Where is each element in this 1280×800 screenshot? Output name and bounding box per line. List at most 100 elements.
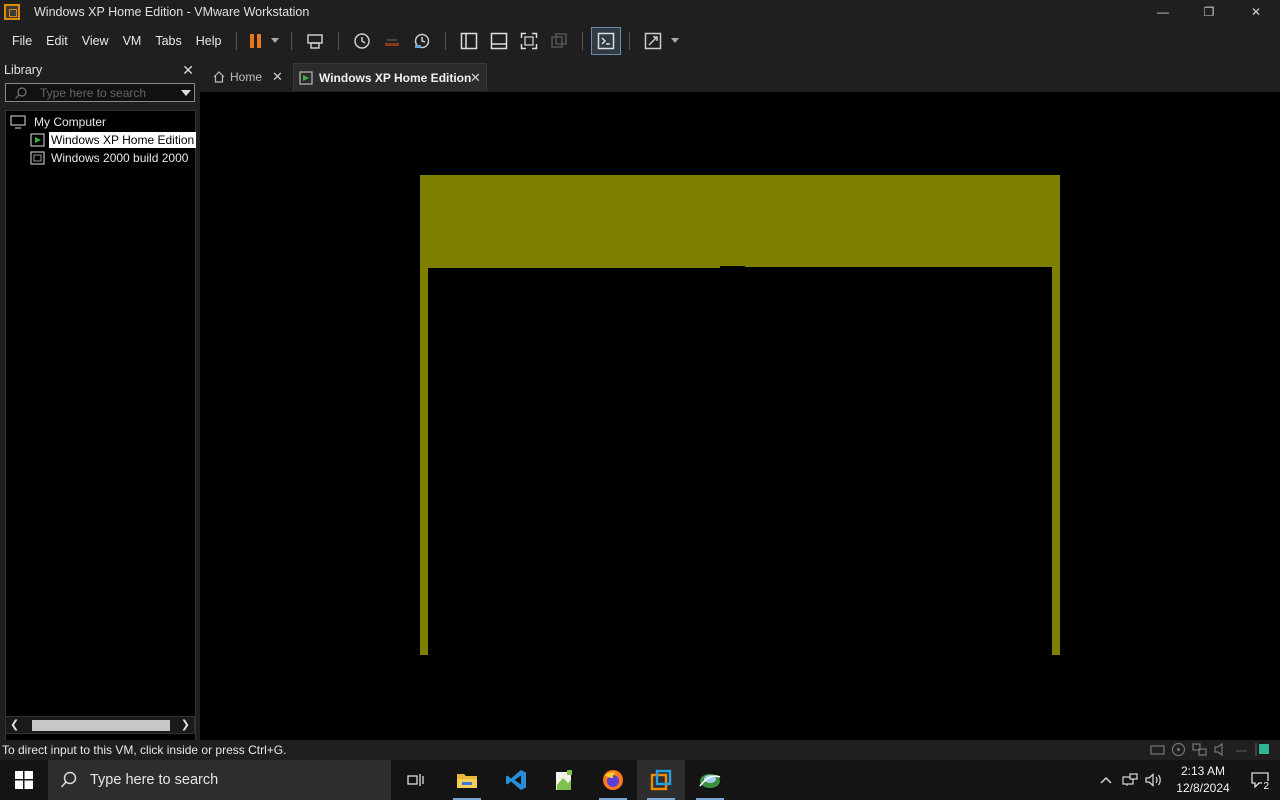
restore-icon: ❐ <box>1203 5 1215 19</box>
network-tray-button[interactable] <box>1118 773 1142 787</box>
guest-right-bar <box>1052 175 1060 655</box>
menu-view[interactable]: View <box>75 24 116 58</box>
taskbar-search-placeholder: Type here to search <box>90 772 219 788</box>
menu-help[interactable]: Help <box>189 24 229 58</box>
printer-icon[interactable] <box>1234 742 1249 757</box>
vm-running-icon <box>299 70 313 85</box>
action-center-button[interactable]: 2 <box>1240 760 1280 800</box>
hard-disk-icon[interactable] <box>1150 742 1165 757</box>
library-horizontal-scrollbar[interactable]: ❮ ❯ <box>5 716 195 734</box>
vscode-icon <box>506 770 526 790</box>
vmware-app-icon <box>4 4 20 20</box>
vm-console[interactable] <box>200 92 1280 740</box>
start-button[interactable] <box>0 760 48 800</box>
thumbnail-bar-button[interactable] <box>484 27 514 55</box>
menu-edit[interactable]: Edit <box>39 24 75 58</box>
firefox-icon <box>603 770 623 790</box>
guest-left-bar <box>420 175 428 655</box>
snapshot-icon <box>354 33 371 49</box>
tab-label: Home <box>230 70 263 84</box>
tab-windows-xp[interactable]: Windows XP Home Edition ✕ <box>293 63 487 91</box>
guest-top-band-notch <box>420 266 720 268</box>
scroll-left-icon[interactable]: ❮ <box>10 718 19 731</box>
show-library-button[interactable] <box>454 27 484 55</box>
task-view-icon <box>407 774 424 786</box>
network-icon <box>1122 773 1138 786</box>
windows-logo-icon <box>15 771 33 789</box>
clock-time: 2:13 AM <box>1180 764 1226 778</box>
chevron-down-icon <box>671 38 680 43</box>
scroll-right-icon[interactable]: ❯ <box>181 718 190 731</box>
computer-icon <box>10 115 26 129</box>
tab-close-icon[interactable]: ✕ <box>470 70 481 86</box>
toolbar-divider <box>629 32 631 50</box>
menu-toolbar: File Edit View VM Tabs Help <box>0 24 1280 58</box>
snapshot-manager-button[interactable] <box>407 27 437 55</box>
show-hidden-icons-button[interactable] <box>1094 776 1118 784</box>
console-view-button[interactable] <box>591 27 622 55</box>
vmware-button[interactable] <box>637 760 685 800</box>
menu-file[interactable]: File <box>0 24 39 58</box>
close-button[interactable]: ✕ <box>1233 0 1279 24</box>
vmware-icon <box>650 769 672 791</box>
library-search-box[interactable] <box>5 83 195 102</box>
volume-icon <box>1145 773 1161 787</box>
stretch-guest-button[interactable] <box>638 27 668 55</box>
network-app-button[interactable] <box>686 760 734 800</box>
full-screen-button[interactable] <box>514 27 544 55</box>
network-adapter-icon[interactable] <box>1192 742 1207 757</box>
show-library-icon <box>461 32 478 50</box>
chevron-down-icon[interactable] <box>181 89 191 97</box>
maximize-button[interactable]: ❐ <box>1186 0 1232 24</box>
library-close-icon[interactable]: ✕ <box>182 62 194 79</box>
minimize-button[interactable]: — <box>1140 0 1186 24</box>
chevron-down-icon <box>271 38 280 43</box>
tree-label: My Computer <box>34 115 107 129</box>
notepad-plus-icon <box>556 770 572 790</box>
tab-home[interactable]: Home ✕ <box>206 63 292 91</box>
library-search-input[interactable] <box>40 85 180 100</box>
toolbar-divider <box>338 32 340 50</box>
pause-button[interactable] <box>245 27 267 55</box>
tree-item-my-computer[interactable]: My Computer <box>10 113 108 131</box>
tab-label: Windows XP Home Edition <box>319 70 472 85</box>
power-dropdown[interactable] <box>267 27 283 55</box>
tab-close-icon[interactable]: ✕ <box>272 69 283 85</box>
vm-icon <box>30 151 45 165</box>
notepad-plus-button[interactable] <box>540 760 588 800</box>
library-tree: My Computer Windows XP Home Edition Wind… <box>5 110 197 768</box>
guest-screen[interactable] <box>420 175 1060 655</box>
message-log-icon[interactable] <box>1255 742 1270 757</box>
scrollbar-thumb[interactable] <box>32 720 170 731</box>
taskbar-search-box[interactable]: Type here to search <box>48 760 391 800</box>
tree-item-windows-2000[interactable]: Windows 2000 build 2000 <box>30 149 190 167</box>
show-thumbnail-bar-icon <box>491 32 508 50</box>
minimize-icon: — <box>1157 5 1169 19</box>
stretch-dropdown[interactable] <box>668 27 682 55</box>
clock[interactable]: 2:13 AM 12/8/2024 <box>1166 763 1240 797</box>
sound-card-icon[interactable] <box>1213 742 1228 757</box>
stretch-guest-icon <box>645 32 662 50</box>
device-status-icons <box>1150 742 1270 757</box>
snapshot-button[interactable] <box>347 27 377 55</box>
guest-top-band <box>420 175 1060 266</box>
menu-vm[interactable]: VM <box>116 24 149 58</box>
library-panel: Library ✕ My Computer Windows XP Home Ed… <box>0 58 200 768</box>
send-ctrl-alt-del-button[interactable] <box>300 27 330 55</box>
file-explorer-button[interactable] <box>443 760 491 800</box>
vscode-button[interactable] <box>492 760 540 800</box>
vm-running-icon <box>30 133 45 147</box>
revert-snapshot-button[interactable] <box>377 27 407 55</box>
firefox-button[interactable] <box>589 760 637 800</box>
windows-taskbar: Type here to search 2:13 AM 12/8/2024 2 <box>0 760 1280 800</box>
cd-dvd-icon[interactable] <box>1171 742 1186 757</box>
notification-count-badge: 2 <box>1262 781 1270 792</box>
tree-item-windows-xp[interactable]: Windows XP Home Edition <box>30 131 197 149</box>
unity-button[interactable] <box>544 27 574 55</box>
clock-date: 12/8/2024 <box>1176 781 1230 795</box>
volume-tray-button[interactable] <box>1142 773 1166 787</box>
toolbar-divider <box>445 32 447 50</box>
status-bar: To direct input to this VM, click inside… <box>0 740 1280 760</box>
menu-tabs[interactable]: Tabs <box>148 24 188 58</box>
task-view-button[interactable] <box>392 760 440 800</box>
